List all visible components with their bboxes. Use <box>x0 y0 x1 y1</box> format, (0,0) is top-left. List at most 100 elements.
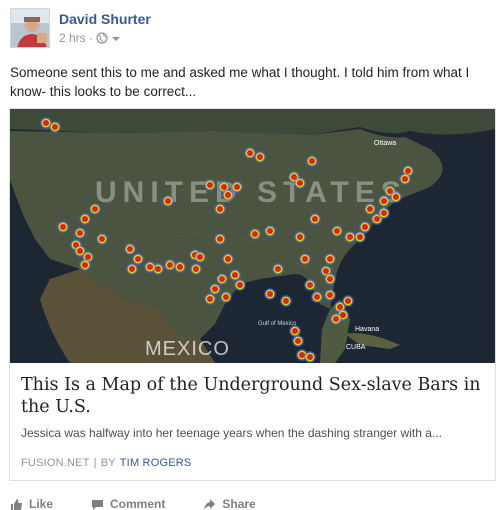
post-header: David Shurter 2 hrs · <box>10 8 490 50</box>
post-meta: 2 hrs · <box>59 31 121 45</box>
hotspot-core <box>237 282 243 288</box>
hotspot-core <box>283 298 289 304</box>
hotspot-core <box>327 276 333 282</box>
hotspot-core <box>77 248 83 254</box>
comment-label: Comment <box>110 497 166 510</box>
hotspot-core <box>362 224 368 230</box>
hotspot-core <box>295 338 301 344</box>
hotspot-core <box>223 294 229 300</box>
hotspot-core <box>252 231 258 237</box>
map-label-us: UNITED STATES <box>95 176 407 209</box>
hotspot-core <box>297 234 303 240</box>
meta-dot: · <box>88 31 93 45</box>
avatar[interactable] <box>10 8 50 48</box>
like-button[interactable]: Like <box>10 497 53 510</box>
hotspot-core <box>234 184 240 190</box>
hotspot-core <box>267 291 273 297</box>
hotspot-core <box>129 266 135 272</box>
share-icon <box>204 498 216 510</box>
share-button[interactable]: Share <box>203 497 256 510</box>
hotspot-core <box>225 192 231 198</box>
hotspot-core <box>193 266 199 272</box>
hotspot-core <box>297 180 303 186</box>
map-label-cuba: CUBA <box>346 344 366 351</box>
share-label: Share <box>222 497 256 510</box>
hotspot-core <box>219 276 225 282</box>
hotspot-core <box>60 224 66 230</box>
post-body-text: Someone sent this to me and asked me wha… <box>10 65 470 99</box>
hotspot-core <box>147 264 153 270</box>
hotspot-core <box>347 234 353 240</box>
link-title[interactable]: This Is a Map of the Underground Sex-sla… <box>21 374 486 418</box>
map-label-gulf: Gulf of Mexico <box>258 321 297 327</box>
hotspot-core <box>127 246 133 252</box>
link-description: Jessica was halfway into her teenage yea… <box>21 426 442 440</box>
comment-icon <box>92 499 104 510</box>
map-label-mexico: MEXICO <box>145 338 230 360</box>
hotspot-core <box>257 154 263 160</box>
author-name[interactable]: David Shurter <box>59 11 151 27</box>
hotspot-core <box>267 228 273 234</box>
hotspot-core <box>314 294 320 300</box>
hotspot-core <box>334 228 340 234</box>
link-source-domain: FUSION.NET <box>21 457 90 469</box>
hotspot-core <box>357 234 363 240</box>
hotspot-core <box>43 120 49 126</box>
hotspot-core <box>381 210 387 216</box>
hotspot-core <box>217 206 223 212</box>
hotspot-core <box>212 286 218 292</box>
link-source-line: FUSION.NET | BY TIM ROGERS <box>21 457 191 469</box>
hotspot-core <box>367 206 373 212</box>
post-action-bar: Like Comment Share <box>10 497 490 510</box>
hotspot-core <box>327 292 333 298</box>
hotspot-core <box>217 236 223 242</box>
hotspot-core <box>232 272 238 278</box>
hotspot-core <box>92 206 98 212</box>
hotspot-core <box>275 266 281 272</box>
hotspot-core <box>307 282 313 288</box>
map-label-havana: Havana <box>355 326 379 333</box>
hotspot-core <box>207 296 213 302</box>
hotspot-core <box>82 262 88 268</box>
hotspot-core <box>333 316 339 322</box>
hotspot-core <box>225 256 231 262</box>
hotspot-core <box>374 216 380 222</box>
hotspot-core <box>197 254 203 260</box>
hotspot-core <box>167 262 173 268</box>
hotspot-core <box>177 264 183 270</box>
hotspot-core <box>402 176 408 182</box>
thumbs-up-icon <box>11 498 22 510</box>
hotspot-core <box>292 328 298 334</box>
globe-icon[interactable] <box>96 32 108 44</box>
hotspot-core <box>207 182 213 188</box>
hotspot-core <box>135 256 141 262</box>
link-preview-card[interactable]: UNITED STATES MEXICO Gulf of Mexico Hava… <box>9 108 496 481</box>
hotspot-core <box>327 256 333 262</box>
hotspot-core <box>52 124 58 130</box>
by-label: BY <box>100 457 116 469</box>
hotspot-core <box>393 194 399 200</box>
hotspot-core <box>307 354 313 360</box>
facebook-post: David Shurter 2 hrs · Someone sent this … <box>0 0 501 510</box>
hotspot-core <box>309 158 315 164</box>
chevron-down-icon[interactable] <box>111 33 121 43</box>
hotspot-core <box>312 216 318 222</box>
hotspot-core <box>381 198 387 204</box>
hotspot-core <box>302 256 308 262</box>
hotspot-core <box>82 216 88 222</box>
map-image[interactable]: UNITED STATES MEXICO Gulf of Mexico Hava… <box>10 109 495 363</box>
hotspot-core <box>247 150 253 156</box>
comment-button[interactable]: Comment <box>91 497 165 510</box>
timestamp[interactable]: 2 hrs <box>59 31 86 45</box>
avatar-image <box>11 9 49 47</box>
hotspot-core <box>77 230 83 236</box>
hotspot-core <box>165 198 171 204</box>
source-separator: | <box>93 457 97 469</box>
hotspot-core <box>99 236 105 242</box>
hotspot-core <box>345 298 351 304</box>
hotspot-core <box>221 184 227 190</box>
hotspot-core <box>323 268 329 274</box>
like-label: Like <box>29 497 54 510</box>
link-author[interactable]: TIM ROGERS <box>120 457 192 469</box>
map-label-ottawa: Ottawa <box>374 140 396 147</box>
